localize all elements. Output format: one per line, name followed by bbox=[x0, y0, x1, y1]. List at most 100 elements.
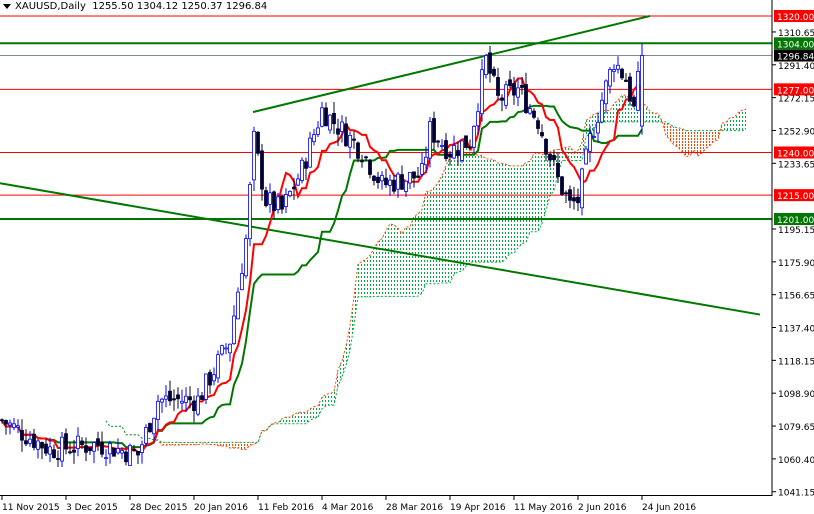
candle bbox=[220, 344, 224, 356]
candle bbox=[328, 114, 332, 134]
candle-body bbox=[308, 137, 312, 168]
candle bbox=[248, 181, 252, 247]
candle-body bbox=[492, 68, 496, 76]
candle bbox=[200, 392, 204, 400]
low-value: 1250.37 bbox=[181, 1, 223, 12]
candle bbox=[160, 397, 164, 413]
time-axis[interactable]: 11 Nov 2015 3 Dec 2015 28 Dec 2015 20 Jan 2… bbox=[1, 496, 696, 513]
candle-body bbox=[600, 99, 604, 123]
candle bbox=[432, 111, 436, 150]
candle bbox=[96, 431, 100, 451]
candle-body bbox=[488, 52, 492, 74]
candle bbox=[536, 117, 540, 135]
candle-body bbox=[88, 447, 92, 452]
candle-body bbox=[112, 447, 116, 457]
candle-body bbox=[264, 190, 268, 206]
candle-body bbox=[356, 142, 360, 159]
cloud-bullish-segment bbox=[498, 163, 502, 263]
candle bbox=[284, 188, 288, 213]
date-tick-label: 4 Mar 2016 bbox=[322, 503, 374, 513]
candle-body bbox=[208, 371, 212, 386]
candle bbox=[20, 419, 24, 452]
candle bbox=[204, 373, 208, 405]
price-axis[interactable]: 1310.651291.401272.151252.901233.651195.… bbox=[772, 10, 814, 499]
candle bbox=[600, 92, 604, 124]
candle bbox=[192, 395, 196, 423]
candle bbox=[500, 94, 504, 112]
candle-body bbox=[364, 156, 368, 159]
candle bbox=[304, 157, 308, 180]
candle bbox=[256, 131, 260, 156]
dropdown-triangle-icon[interactable] bbox=[3, 3, 11, 9]
date-tick-label: 19 Apr 2016 bbox=[450, 503, 506, 513]
candle-body bbox=[296, 178, 300, 186]
tenkan-sen-line bbox=[1, 77, 643, 454]
cloud-bearish-segment bbox=[242, 442, 246, 450]
price-level-label: 1240.00 bbox=[777, 149, 814, 159]
candle-body bbox=[536, 120, 540, 129]
candle-body bbox=[620, 68, 624, 79]
candle-body bbox=[368, 160, 372, 175]
candle-body bbox=[216, 354, 220, 379]
candle-body bbox=[60, 436, 64, 462]
candle bbox=[196, 387, 200, 417]
price-tick-label: 1098.90 bbox=[778, 390, 814, 400]
cloud-bullish-segment bbox=[330, 391, 334, 406]
candle-body bbox=[44, 443, 48, 454]
candle-body bbox=[384, 177, 388, 186]
cloud-bullish-segment bbox=[290, 414, 294, 424]
candle-body bbox=[56, 458, 60, 460]
candle-body bbox=[528, 108, 532, 114]
candle-body bbox=[324, 107, 328, 127]
cloud-bullish-segment bbox=[526, 161, 530, 243]
candle bbox=[28, 431, 32, 447]
candle-body bbox=[284, 194, 288, 208]
candle-body bbox=[240, 273, 244, 291]
candle-body bbox=[552, 154, 556, 161]
candle-body bbox=[388, 179, 392, 186]
candle-body bbox=[128, 445, 132, 466]
candle-body bbox=[564, 192, 568, 195]
cloud-bullish-segment bbox=[742, 109, 746, 131]
price-level-label: 1304.00 bbox=[777, 40, 814, 50]
cloud-bullish-segment bbox=[358, 261, 362, 297]
candle bbox=[236, 287, 240, 320]
high-value: 1304.12 bbox=[136, 1, 179, 12]
candle-body bbox=[560, 176, 564, 195]
cloud-bearish-segment bbox=[710, 130, 714, 146]
candle bbox=[228, 343, 232, 362]
candle-body bbox=[424, 156, 428, 166]
candle bbox=[384, 168, 388, 188]
cloud-bullish-segment bbox=[510, 165, 514, 253]
open-value: 1255.50 bbox=[92, 1, 134, 12]
candle-body bbox=[16, 425, 20, 428]
candle-body bbox=[184, 395, 188, 403]
date-tick-label: 11 Feb 2016 bbox=[258, 503, 314, 513]
cloud-bullish-segment bbox=[418, 209, 422, 297]
cloud-bullish-segment bbox=[390, 223, 394, 297]
candle-body bbox=[576, 196, 580, 204]
date-tick-label: 20 Jan 2016 bbox=[194, 503, 248, 513]
cloud-bullish-segment bbox=[722, 122, 726, 131]
candle bbox=[44, 438, 48, 456]
candle-body bbox=[80, 440, 84, 446]
candle bbox=[508, 70, 512, 89]
candle-body bbox=[464, 135, 468, 148]
cloud-bullish-segment bbox=[318, 397, 322, 418]
candle bbox=[308, 131, 312, 168]
candle-body bbox=[156, 400, 160, 420]
cloud-bullish-segment bbox=[346, 325, 350, 366]
price-chart[interactable]: 1310.651291.401272.151252.901233.651195.… bbox=[0, 0, 814, 514]
candle bbox=[452, 135, 456, 160]
candle-body bbox=[640, 55, 644, 127]
candle-body bbox=[328, 114, 332, 131]
candle-body bbox=[376, 176, 380, 183]
candle bbox=[504, 80, 508, 110]
candle-body bbox=[408, 171, 412, 184]
candle bbox=[620, 67, 624, 80]
candle-body bbox=[332, 113, 336, 125]
candle-body bbox=[164, 395, 168, 400]
cloud-bullish-segment bbox=[370, 248, 374, 297]
candle bbox=[388, 174, 392, 196]
candle-body bbox=[20, 430, 24, 441]
